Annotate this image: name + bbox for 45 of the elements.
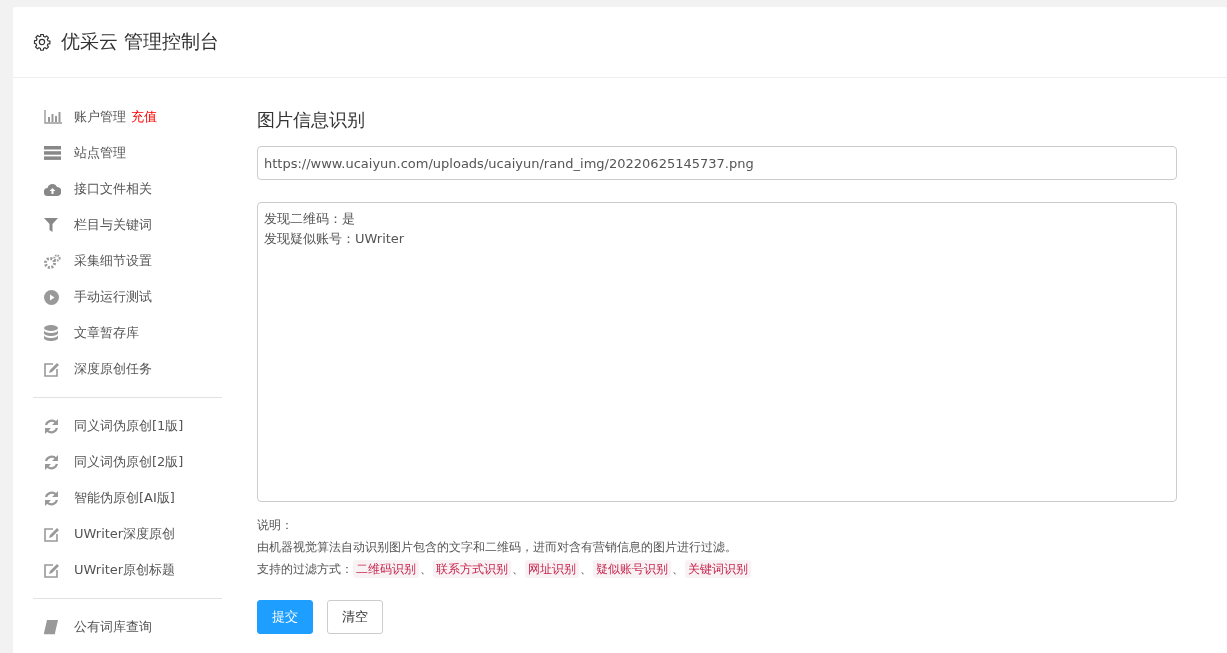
edit-icon bbox=[44, 526, 60, 542]
sidebar-item[interactable]: UWriter原创标题 bbox=[33, 552, 222, 588]
section-title: 图片信息识别 bbox=[257, 108, 366, 132]
sidebar-item[interactable]: 文章暂存库 bbox=[33, 315, 222, 351]
settings-icon bbox=[33, 33, 51, 51]
recharge-link[interactable]: 充值 bbox=[131, 108, 157, 126]
sidebar-item[interactable]: 智能伪原创[AI版] bbox=[33, 480, 222, 516]
notes-heading: 说明： bbox=[257, 517, 294, 534]
separator-mark: 、 bbox=[672, 561, 684, 578]
filter-icon bbox=[44, 218, 58, 232]
sidebar-item[interactable]: 采集细节设置 bbox=[33, 243, 222, 279]
notes-description: 由机器视觉算法自动识别图片包含的文字和二维码，进而对含有营销信息的图片进行过滤。 bbox=[257, 539, 738, 556]
bar-chart-icon bbox=[44, 110, 62, 124]
play-icon bbox=[44, 289, 59, 305]
edit-icon bbox=[44, 562, 60, 578]
sidebar-item[interactable]: 深度原创任务 bbox=[33, 351, 222, 387]
sidebar-item[interactable]: 站点管理 bbox=[33, 135, 222, 171]
separator-mark: 、 bbox=[512, 561, 524, 578]
edit-icon bbox=[44, 361, 60, 377]
method-tag: 二维码识别 bbox=[353, 560, 419, 578]
sidebar-item[interactable]: 账户管理 充值 bbox=[33, 99, 222, 135]
method-tag: 关键词识别 bbox=[685, 560, 751, 578]
methods-label: 支持的过滤方式： bbox=[257, 561, 353, 578]
sidebar-item[interactable]: 栏目与关键词 bbox=[33, 207, 222, 243]
sidebar-item[interactable]: 接口文件相关 bbox=[33, 171, 222, 207]
separator-mark: 、 bbox=[580, 561, 592, 578]
method-tag: 联系方式识别 bbox=[433, 560, 511, 578]
console-title: 优采云 管理控制台 bbox=[61, 29, 220, 54]
database-icon bbox=[44, 325, 58, 341]
sidebar-item[interactable]: 公有词库查询 bbox=[33, 609, 222, 645]
clear-button[interactable]: 清空 bbox=[327, 600, 383, 634]
sidebar-item[interactable]: 手动运行测试 bbox=[33, 279, 222, 315]
url-field[interactable]: https://www.ucaiyun.com/uploads/ucaiyun/rand_img/20220625145737.png bbox=[257, 146, 1177, 180]
refresh-icon bbox=[44, 418, 59, 434]
server-icon bbox=[44, 146, 61, 160]
sidebar-item[interactable]: UWriter深度原创 bbox=[33, 516, 222, 552]
sidebar-item[interactable]: 同义词伪原创[2版] bbox=[33, 444, 222, 480]
method-tag: 疑似账号识别 bbox=[593, 560, 671, 578]
method-tag: 网址识别 bbox=[525, 560, 579, 578]
cloud-upload-icon bbox=[44, 182, 61, 196]
refresh-icon bbox=[44, 490, 59, 506]
refresh-icon bbox=[44, 454, 59, 470]
separator-mark: 、 bbox=[420, 561, 432, 578]
result-box[interactable]: 发现二维码：是 发现疑似账号：UWriter bbox=[257, 202, 1177, 502]
sidebar-item[interactable]: 同义词伪原创[1版] bbox=[33, 408, 222, 444]
